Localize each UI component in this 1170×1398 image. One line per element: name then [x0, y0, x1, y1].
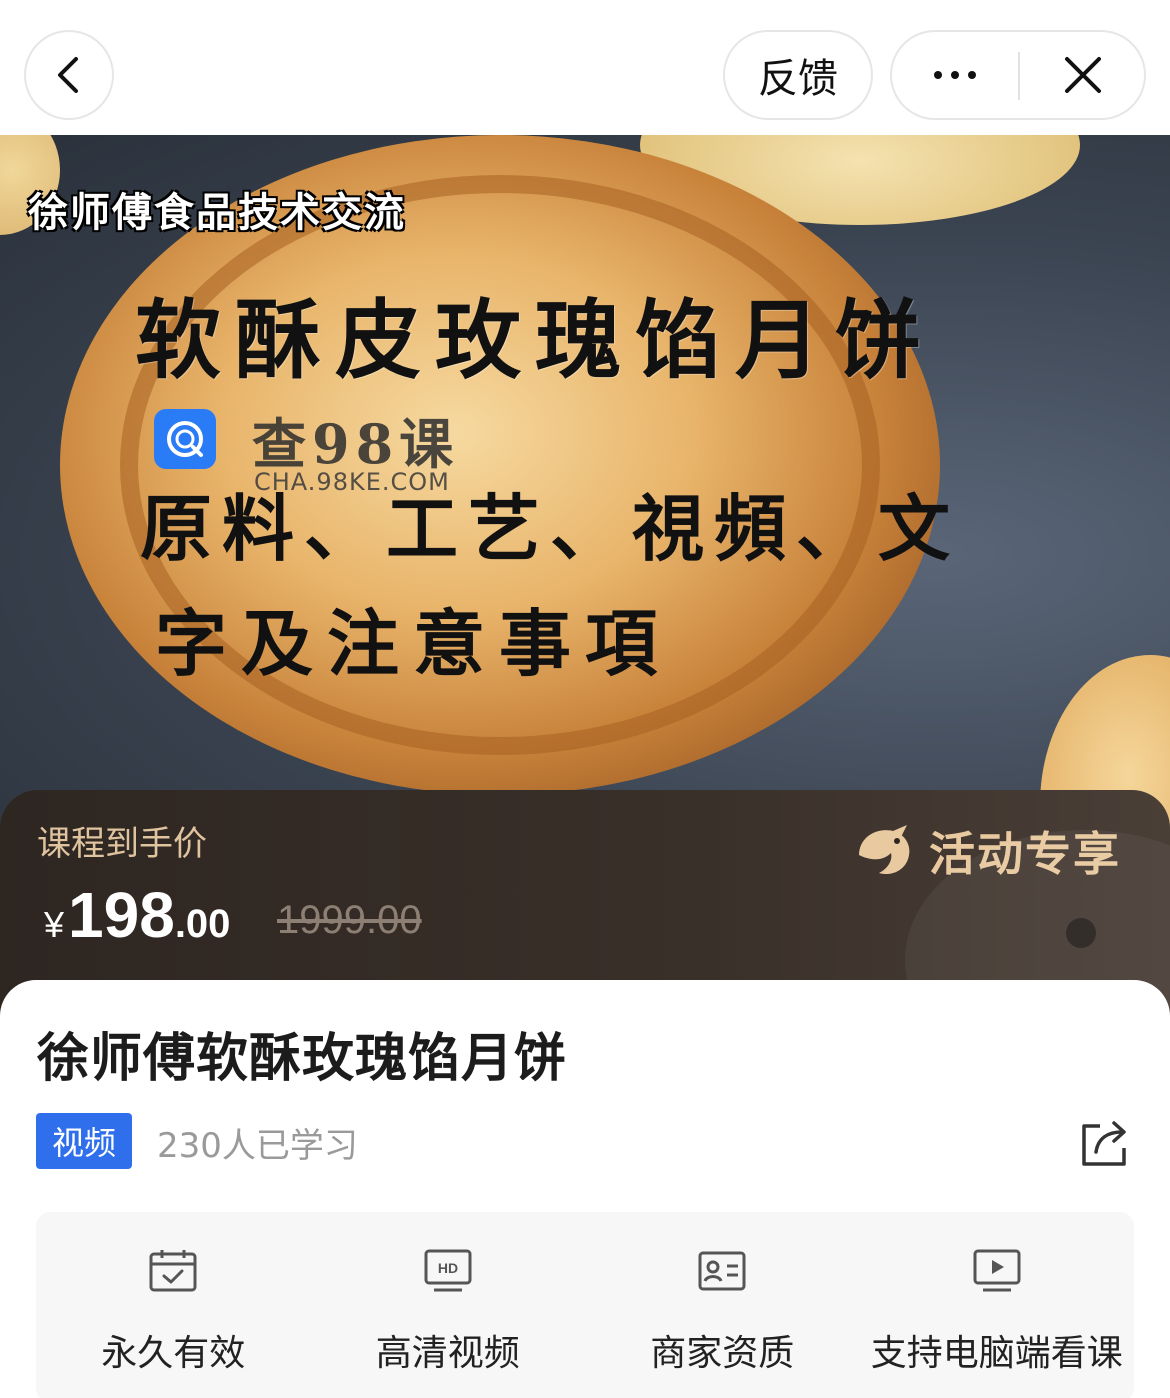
more-button[interactable]: [892, 32, 1018, 118]
close-button[interactable]: [1020, 32, 1146, 118]
back-button[interactable]: [24, 30, 114, 120]
feature-label: 商家资质: [650, 1333, 795, 1374]
monitor-play-icon: [973, 1249, 1021, 1292]
feature-hd: HD 高清视频: [311, 1212, 586, 1398]
calendar-check-icon: [149, 1250, 197, 1292]
mini-program-capsule: [890, 30, 1146, 120]
bird-logo-icon: [859, 825, 910, 875]
final-price: ¥ 198 .00: [44, 878, 230, 952]
feature-permanent: 永久有效: [36, 1212, 311, 1398]
cover-line-3: 字及注意事項: [155, 601, 672, 686]
original-price: 1999.00: [277, 898, 422, 942]
promo-label: 活动专享: [929, 827, 1121, 881]
hd-monitor-icon: HD: [424, 1249, 472, 1292]
video-tag: 视频: [36, 1113, 132, 1169]
course-cover-image: 徐师傅食品技术交流 软酥皮玫瑰馅月饼 查98课 CHA.98KE.COM 原料、…: [0, 135, 1170, 835]
cover-line-2: 原料、工艺、視頻、文: [140, 486, 961, 571]
share-icon: [1082, 1121, 1126, 1166]
id-card-icon: [698, 1251, 746, 1291]
more-dots-icon: [934, 71, 942, 79]
feature-merchant: 商家资质: [585, 1212, 860, 1398]
chevron-left-icon: [58, 57, 78, 93]
close-icon: [1065, 57, 1101, 93]
feedback-button[interactable]: 反馈: [723, 30, 873, 120]
price-integer: 198: [68, 879, 175, 951]
feature-label: 高清视频: [375, 1333, 520, 1374]
course-info-card: 徐师傅软酥玫瑰馅月饼 视频 230人已学习 永久有效 HD 高清视频 商家资质 …: [0, 980, 1170, 1398]
course-title: 徐师傅软酥玫瑰馅月饼: [37, 1029, 568, 1089]
watermark-logo-icon: [154, 409, 216, 469]
feature-label: 永久有效: [101, 1333, 246, 1374]
more-dot: [968, 71, 976, 79]
top-bar: 反馈: [0, 0, 1170, 135]
decorative-dot: [1066, 918, 1096, 948]
cover-headline: 软酥皮玫瑰馅月饼: [135, 290, 935, 391]
feature-pc: 支持电脑端看课: [860, 1212, 1135, 1398]
learner-count: 230人已学习: [157, 1126, 358, 1166]
svg-text:HD: HD: [438, 1260, 458, 1276]
share-button[interactable]: [1078, 1118, 1132, 1168]
more-dot: [951, 71, 959, 79]
feature-strip: 永久有效 HD 高清视频 商家资质 支持电脑端看课: [36, 1212, 1134, 1398]
price-currency: ¥: [44, 904, 65, 945]
cover-subtitle: 徐师傅食品技术交流: [28, 189, 406, 236]
feature-label: 支持电脑端看课: [870, 1333, 1123, 1374]
price-label: 课程到手价: [37, 824, 207, 864]
promo-badge: 活动专享: [853, 818, 1121, 884]
price-decimal: .00: [174, 902, 231, 946]
